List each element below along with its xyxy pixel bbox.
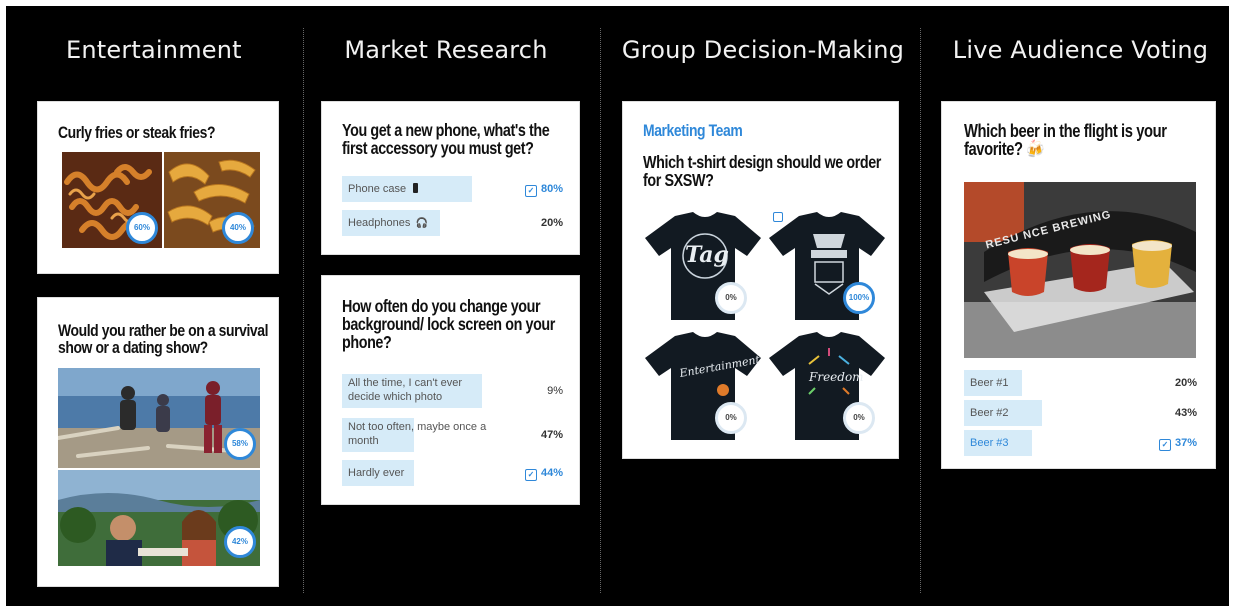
option-percent: ✓ 37% bbox=[1158, 437, 1197, 451]
vote-percent-badge: 0% bbox=[843, 402, 875, 434]
beer-icon: 🍻 bbox=[1026, 139, 1045, 160]
poll-card-tshirt[interactable]: Marketing Team Which t-shirt design shou… bbox=[623, 102, 898, 458]
poll-card-background[interactable]: How often do you change your background/… bbox=[322, 276, 579, 504]
phone-icon bbox=[413, 183, 419, 193]
option-percent: ✓ 44% bbox=[524, 467, 563, 481]
option-percent: 9% bbox=[547, 385, 563, 397]
team-name: Marketing Team bbox=[643, 121, 743, 140]
poll-card-beer[interactable]: Which beer in the flight is your favorit… bbox=[942, 102, 1215, 468]
poll-option-headphones[interactable]: Headphones 🎧 bbox=[342, 210, 440, 236]
checkbox-icon: ✓ bbox=[524, 185, 537, 197]
vote-percent-badge: 40% bbox=[222, 212, 254, 244]
vote-percent-badge: 100% bbox=[843, 282, 875, 314]
poll-option-phone-case[interactable]: Phone case bbox=[342, 176, 472, 202]
checkbox-icon: ✓ bbox=[1158, 439, 1171, 451]
tshirt-option-entertainment[interactable]: Entertainment bbox=[645, 328, 765, 444]
option-label: Hardly ever bbox=[348, 467, 405, 479]
column-title-group-decision: Group Decision-Making bbox=[621, 36, 905, 64]
vote-percent-badge: 0% bbox=[715, 282, 747, 314]
poll-option-beer-2[interactable]: Beer #2 bbox=[964, 400, 1042, 426]
poll-card-fries[interactable]: Curly fries or steak fries? 60% 40% bbox=[38, 102, 278, 273]
column-divider bbox=[920, 28, 921, 593]
poll-question: Which t-shirt design should we order for… bbox=[643, 152, 881, 190]
poll-option-not-too-often[interactable]: Not too often, maybe once a month bbox=[342, 418, 514, 452]
poll-question: How often do you change your background/… bbox=[342, 296, 555, 352]
column-divider bbox=[303, 28, 304, 593]
tshirt-option-tag[interactable]: Tag bbox=[645, 208, 765, 324]
poll-option-hardly-ever[interactable]: Hardly ever bbox=[342, 460, 414, 486]
option-label: Headphones bbox=[348, 217, 411, 229]
shirt-print-text: Freedom bbox=[809, 370, 864, 384]
poll-question: Which beer in the flight is your favorit… bbox=[964, 121, 1167, 160]
vote-percent-badge: 60% bbox=[126, 212, 158, 244]
option-percent: 20% bbox=[1174, 377, 1197, 389]
poll-question: Curly fries or steak fries? bbox=[58, 123, 216, 142]
option-percent: 43% bbox=[1174, 407, 1197, 419]
slide-canvas: Entertainment Market Research Group Deci… bbox=[6, 6, 1229, 606]
poll-question: Would you rather be on a survival show o… bbox=[58, 321, 269, 358]
column-title-live-voting: Live Audience Voting bbox=[952, 36, 1209, 64]
poll-option-beer-1[interactable]: Beer #1 bbox=[964, 370, 1022, 396]
option-label: Phone case bbox=[348, 183, 407, 195]
poll-card-show[interactable]: Would you rather be on a survival show o… bbox=[38, 298, 278, 586]
poll-card-phone[interactable]: You get a new phone, what's the first ac… bbox=[322, 102, 579, 254]
vote-percent-badge: 0% bbox=[715, 402, 747, 434]
option-percent: 20% bbox=[540, 217, 563, 229]
checkbox-icon: ✓ bbox=[524, 469, 537, 481]
option-percent: ✓ 80% bbox=[524, 183, 563, 197]
option-percent: 47% bbox=[540, 429, 563, 441]
vote-percent-badge: 42% bbox=[224, 526, 256, 558]
poll-option-beer-3[interactable]: Beer #3 bbox=[964, 430, 1032, 456]
column-title-entertainment: Entertainment bbox=[66, 36, 242, 64]
vote-percent-badge: 58% bbox=[224, 428, 256, 460]
headphones-icon: 🎧 bbox=[415, 218, 428, 229]
shirt-print-text: Tag bbox=[685, 242, 729, 268]
beer-flight-image: RESU NCE BREWING bbox=[964, 182, 1196, 358]
column-title-market-research: Market Research bbox=[344, 36, 548, 64]
poll-option-all-the-time[interactable]: All the time, I can't ever decide which … bbox=[342, 374, 482, 408]
poll-question: You get a new phone, what's the first ac… bbox=[342, 120, 550, 158]
column-divider bbox=[600, 28, 601, 593]
checkbox-icon bbox=[773, 212, 783, 222]
